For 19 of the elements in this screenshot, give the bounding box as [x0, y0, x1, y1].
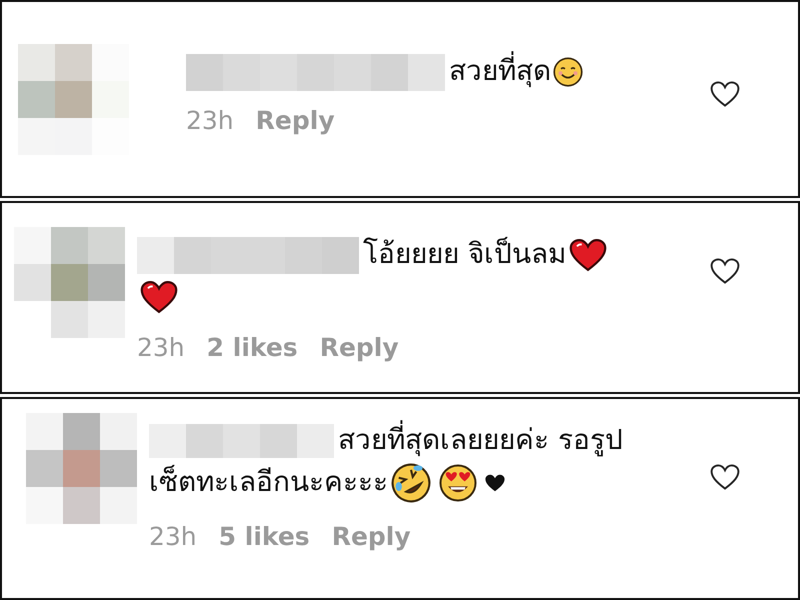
laughing-face-icon	[390, 462, 432, 504]
timestamp: 23h	[149, 522, 197, 552]
heart-eyes-face-icon	[438, 463, 478, 504]
like-heart-icon[interactable]	[710, 80, 740, 108]
comment-text: โอ้ยยยย จิเป็นลม	[363, 237, 566, 270]
likes-count[interactable]: 2 likes	[206, 333, 298, 362]
timestamp: 23h	[186, 106, 234, 135]
like-heart-icon[interactable]	[710, 463, 740, 491]
reply-link[interactable]: Reply	[332, 522, 411, 552]
like-heart-icon[interactable]	[710, 257, 740, 285]
heart-icon	[568, 237, 608, 274]
heart-icon	[139, 279, 179, 316]
smiling-face-icon	[553, 57, 583, 88]
heart-icon	[484, 473, 506, 494]
likes-count[interactable]: 5 likes	[218, 522, 310, 552]
comment-text: เซ็ตทะเลอีกนะคะะะ	[149, 465, 388, 498]
reply-link[interactable]: Reply	[256, 106, 335, 135]
reply-link[interactable]: Reply	[320, 333, 399, 362]
timestamp: 23h	[137, 333, 185, 362]
